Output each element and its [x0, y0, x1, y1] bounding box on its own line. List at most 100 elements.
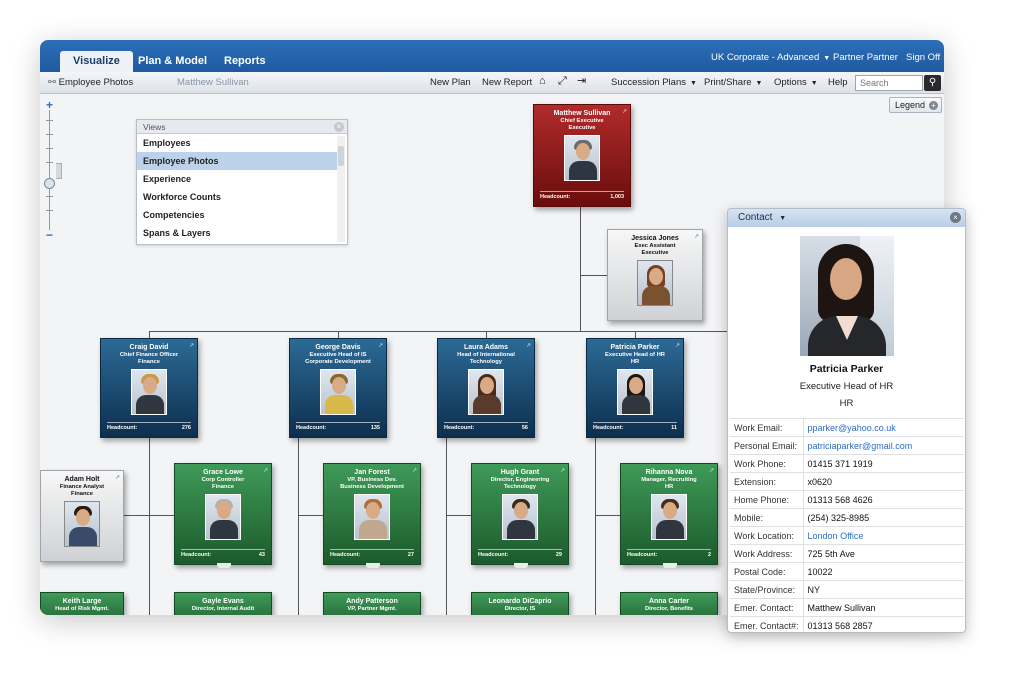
- pin-icon[interactable]: ↗: [694, 233, 699, 240]
- expand-toggle[interactable]: [663, 563, 677, 568]
- field-label: Postal Code:: [730, 562, 804, 581]
- field-value: 01313 568 4626: [803, 490, 964, 509]
- exit-icon[interactable]: ⇥: [577, 75, 586, 88]
- expand-toggle[interactable]: [366, 563, 380, 568]
- views-item-employee-photos[interactable]: Employee Photos: [137, 152, 337, 170]
- options-menu[interactable]: Options ▼: [774, 76, 818, 90]
- legend-button[interactable]: Legend +: [889, 97, 942, 113]
- org-card-level4[interactable]: Gayle Evans Director, Internal Audit: [174, 592, 272, 615]
- zoom-handle[interactable]: [44, 178, 55, 189]
- pin-icon[interactable]: ↗: [189, 342, 194, 349]
- connector: [298, 438, 299, 615]
- personal-email-link[interactable]: patriciaparker@gmail.com: [803, 436, 964, 455]
- views-item-employees[interactable]: Employees: [137, 134, 337, 152]
- print-share-menu[interactable]: Print/Share ▼: [704, 76, 762, 90]
- field-label: Personal Email:: [730, 436, 804, 455]
- org-card-level2[interactable]: ↗ George Davis Executive Head of IS Corp…: [289, 338, 387, 438]
- tab-plan-model[interactable]: Plan & Model: [125, 51, 220, 72]
- tab-reports[interactable]: Reports: [211, 51, 279, 72]
- close-icon[interactable]: ×: [950, 212, 961, 223]
- card-name: Patricia Parker: [610, 344, 660, 351]
- pin-icon[interactable]: ↗: [263, 467, 268, 474]
- panel-collapse-handle[interactable]: [56, 163, 62, 179]
- views-item-spans-layers[interactable]: Spans & Layers: [137, 224, 337, 242]
- field-value: Matthew Sullivan: [803, 598, 964, 617]
- org-card-adam-holt[interactable]: ↗ Adam Holt Finance Analyst Finance: [40, 470, 124, 562]
- card-dept: Finance: [138, 359, 160, 365]
- card-title: Executive Head of IS: [309, 352, 367, 358]
- chevron-down-icon[interactable]: ▼: [779, 215, 786, 222]
- org-card-ceo[interactable]: ↗ Matthew Sullivan Chief Executive Execu…: [533, 104, 631, 207]
- pin-icon[interactable]: ↗: [675, 342, 680, 349]
- expand-icon[interactable]: ⤢: [558, 75, 567, 88]
- connector: [149, 331, 732, 332]
- org-card-level3[interactable]: ↗ Rihanna Nova Manager, Recruiting HR He…: [620, 463, 718, 568]
- home-icon[interactable]: ⌂: [539, 75, 546, 88]
- tab-visualize[interactable]: Visualize: [60, 51, 133, 72]
- card-dept: Executive: [641, 250, 669, 256]
- work-location-link[interactable]: London Office: [803, 526, 964, 545]
- org-card-assistant[interactable]: ↗ Jessica Jones Exec Assistant Executive: [607, 229, 703, 321]
- close-icon[interactable]: ×: [334, 122, 344, 132]
- zoom-tick: [46, 120, 53, 121]
- views-item-workforce-counts[interactable]: Workforce Counts: [137, 188, 337, 206]
- org-card-level4[interactable]: Leonardo DiCaprio Director, IS: [471, 592, 569, 615]
- contact-panel: Contact ▼ × Patricia Parker Executive Hea…: [727, 208, 966, 633]
- field-value: 725 5th Ave: [803, 544, 964, 563]
- help-link[interactable]: Help: [828, 76, 848, 89]
- table-row: Mobile: (254) 325-8985: [730, 508, 964, 527]
- contact-panel-header[interactable]: Contact ▼ ×: [728, 209, 965, 227]
- pin-icon[interactable]: ↗: [412, 467, 417, 474]
- pin-icon[interactable]: ↗: [560, 467, 565, 474]
- card-title: VP, Partner Mgmt.: [347, 606, 397, 612]
- org-card-level2[interactable]: ↗ Craig David Chief Finance Officer Fina…: [100, 338, 198, 438]
- user-menu[interactable]: Partner Partner: [833, 51, 898, 65]
- avatar: [468, 369, 504, 415]
- pin-icon[interactable]: ↗: [378, 342, 383, 349]
- field-label: Work Address:: [730, 544, 804, 563]
- zoom-slider[interactable]: + −: [43, 98, 57, 242]
- breadcrumb[interactable]: Matthew Sullivan: [177, 76, 249, 89]
- search-input[interactable]: [855, 75, 923, 91]
- card-name: Craig David: [129, 344, 169, 351]
- toolbar: ⚯ Employee Photos Matthew Sullivan New P…: [40, 72, 944, 94]
- org-card-level2[interactable]: ↗ Laura Adams Head of International Tech…: [437, 338, 535, 438]
- org-card-level4[interactable]: Andy Patterson VP, Partner Mgmt.: [323, 592, 421, 615]
- expand-toggle[interactable]: [514, 563, 528, 568]
- views-item-experience[interactable]: Experience: [137, 170, 337, 188]
- avatar: [131, 369, 167, 415]
- work-email-link[interactable]: pparker@yahoo.co.uk: [803, 418, 964, 437]
- pin-icon[interactable]: ↗: [526, 342, 531, 349]
- org-card-level3[interactable]: ↗ Hugh Grant Director, Engineering Techn…: [471, 463, 569, 568]
- org-card-level3[interactable]: ↗ Grace Lowe Corp Controller Finance Hea…: [174, 463, 272, 568]
- views-panel: Views × Employees Employee Photos Experie…: [136, 119, 348, 245]
- search-icon[interactable]: ⚲: [924, 75, 941, 91]
- zoom-tick: [46, 134, 53, 135]
- new-plan-button[interactable]: New Plan: [430, 76, 471, 89]
- succession-plans-menu[interactable]: Succession Plans ▼: [611, 76, 697, 90]
- zoom-out-icon[interactable]: −: [43, 228, 56, 242]
- org-card-level2[interactable]: ↗ Patricia Parker Executive Head of HR H…: [586, 338, 684, 438]
- card-title: Head of Risk Mgmt.: [55, 606, 109, 612]
- field-value: 10022: [803, 562, 964, 581]
- views-scrollbar[interactable]: [337, 136, 345, 242]
- table-row: Work Email: pparker@yahoo.co.uk: [730, 418, 964, 437]
- org-selector[interactable]: UK Corporate - Advanced ▼: [711, 51, 830, 66]
- org-card-level4[interactable]: Keith Large Head of Risk Mgmt.: [40, 592, 124, 615]
- scroll-thumb[interactable]: [338, 146, 344, 166]
- pin-icon[interactable]: ↗: [709, 467, 714, 474]
- signoff-link[interactable]: Sign Off: [906, 51, 940, 65]
- card-dept: Finance: [212, 484, 234, 490]
- avatar: [617, 369, 653, 415]
- table-row: Home Phone: 01313 568 4626: [730, 490, 964, 509]
- pin-icon[interactable]: ↗: [115, 474, 120, 481]
- card-dept: HR: [664, 484, 674, 490]
- expand-toggle[interactable]: [217, 563, 231, 568]
- card-title: Executive Head of HR: [605, 352, 665, 358]
- pin-icon[interactable]: ↗: [622, 108, 627, 115]
- views-item-competencies[interactable]: Competencies: [137, 206, 337, 224]
- org-card-level4[interactable]: Anna Carter Director, Benefits: [620, 592, 718, 615]
- org-card-level3[interactable]: ↗ Jan Forest VP, Business Dev. Business …: [323, 463, 421, 568]
- view-switcher[interactable]: ⚯ Employee Photos: [48, 76, 133, 89]
- new-report-button[interactable]: New Report: [482, 76, 532, 89]
